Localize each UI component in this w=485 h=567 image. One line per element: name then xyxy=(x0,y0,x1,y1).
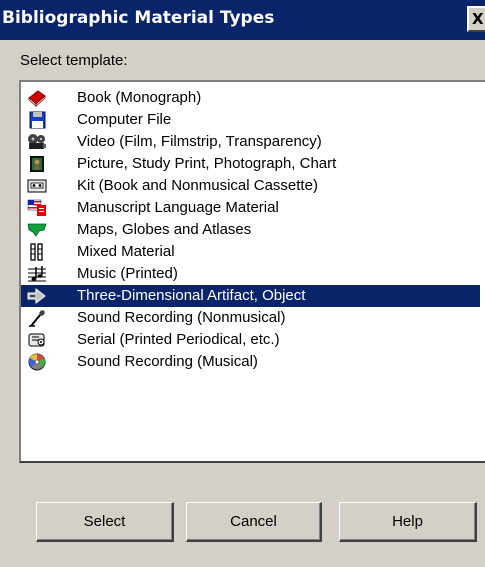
cassette-icon xyxy=(27,177,47,195)
close-button[interactable]: X xyxy=(467,6,485,32)
list-item-mixed-material[interactable]: Mixed Material xyxy=(21,241,480,263)
list-item-kit[interactable]: Kit (Book and Nonmusical Cassette) xyxy=(21,175,480,197)
list-item-manuscript[interactable]: Manuscript Language Material xyxy=(21,197,480,219)
template-list[interactable]: Book (Monograph) Computer File Video (Fi… xyxy=(19,80,485,463)
list-item-label: Picture, Study Print, Photograph, Chart xyxy=(77,155,337,172)
help-button[interactable]: Help xyxy=(339,502,477,542)
list-item-label: Sound Recording (Nonmusical) xyxy=(77,309,286,326)
list-item-label: Video (Film, Filmstrip, Transparency) xyxy=(77,133,322,150)
list-item-label: Sound Recording (Musical) xyxy=(77,353,258,370)
list-item-computer-file[interactable]: Computer File xyxy=(21,109,480,131)
list-item-maps[interactable]: Maps, Globes and Atlases xyxy=(21,219,480,241)
music-score-icon xyxy=(27,265,47,283)
book-icon xyxy=(27,89,47,107)
mixed-material-icon xyxy=(27,243,47,261)
picture-icon xyxy=(27,155,47,173)
list-item-label: Manuscript Language Material xyxy=(77,199,279,216)
window-title: Bibliographic Material Types xyxy=(2,8,275,28)
map-icon xyxy=(27,221,47,239)
film-projector-icon xyxy=(27,133,47,151)
list-item-three-dimensional-artifact[interactable]: Three-Dimensional Artifact, Object xyxy=(21,285,480,307)
select-button[interactable]: Select xyxy=(36,502,174,542)
list-item-label: Book (Monograph) xyxy=(77,89,202,106)
list-item-video[interactable]: Video (Film, Filmstrip, Transparency) xyxy=(21,131,480,153)
microphone-icon xyxy=(27,309,47,327)
list-item-book[interactable]: Book (Monograph) xyxy=(21,87,480,109)
scroll-icon xyxy=(27,331,47,349)
cancel-button[interactable]: Cancel xyxy=(186,502,322,542)
list-item-label: Three-Dimensional Artifact, Object xyxy=(77,287,306,304)
list-item-label: Music (Printed) xyxy=(77,265,178,282)
list-item-label: Serial (Printed Periodical, etc.) xyxy=(77,331,280,348)
compact-disc-icon xyxy=(27,353,47,371)
list-item-label: Computer File xyxy=(77,111,172,128)
select-template-label: Select template: xyxy=(20,52,128,69)
title-bar[interactable]: Bibliographic Material Types X xyxy=(0,0,485,40)
list-item-label: Maps, Globes and Atlases xyxy=(77,221,252,238)
list-item-music[interactable]: Music (Printed) xyxy=(21,263,480,285)
list-item-serial[interactable]: Serial (Printed Periodical, etc.) xyxy=(21,329,480,351)
list-item-label: Mixed Material xyxy=(77,243,175,260)
floppy-disk-icon xyxy=(27,111,47,129)
list-item-picture[interactable]: Picture, Study Print, Photograph, Chart xyxy=(21,153,480,175)
list-item-sound-recording-nonmusical[interactable]: Sound Recording (Nonmusical) xyxy=(21,307,480,329)
list-item-sound-recording-musical[interactable]: Sound Recording (Musical) xyxy=(21,351,480,373)
manuscript-flag-icon xyxy=(27,199,47,217)
list-item-label: Kit (Book and Nonmusical Cassette) xyxy=(77,177,318,194)
artifact-icon xyxy=(27,287,47,305)
